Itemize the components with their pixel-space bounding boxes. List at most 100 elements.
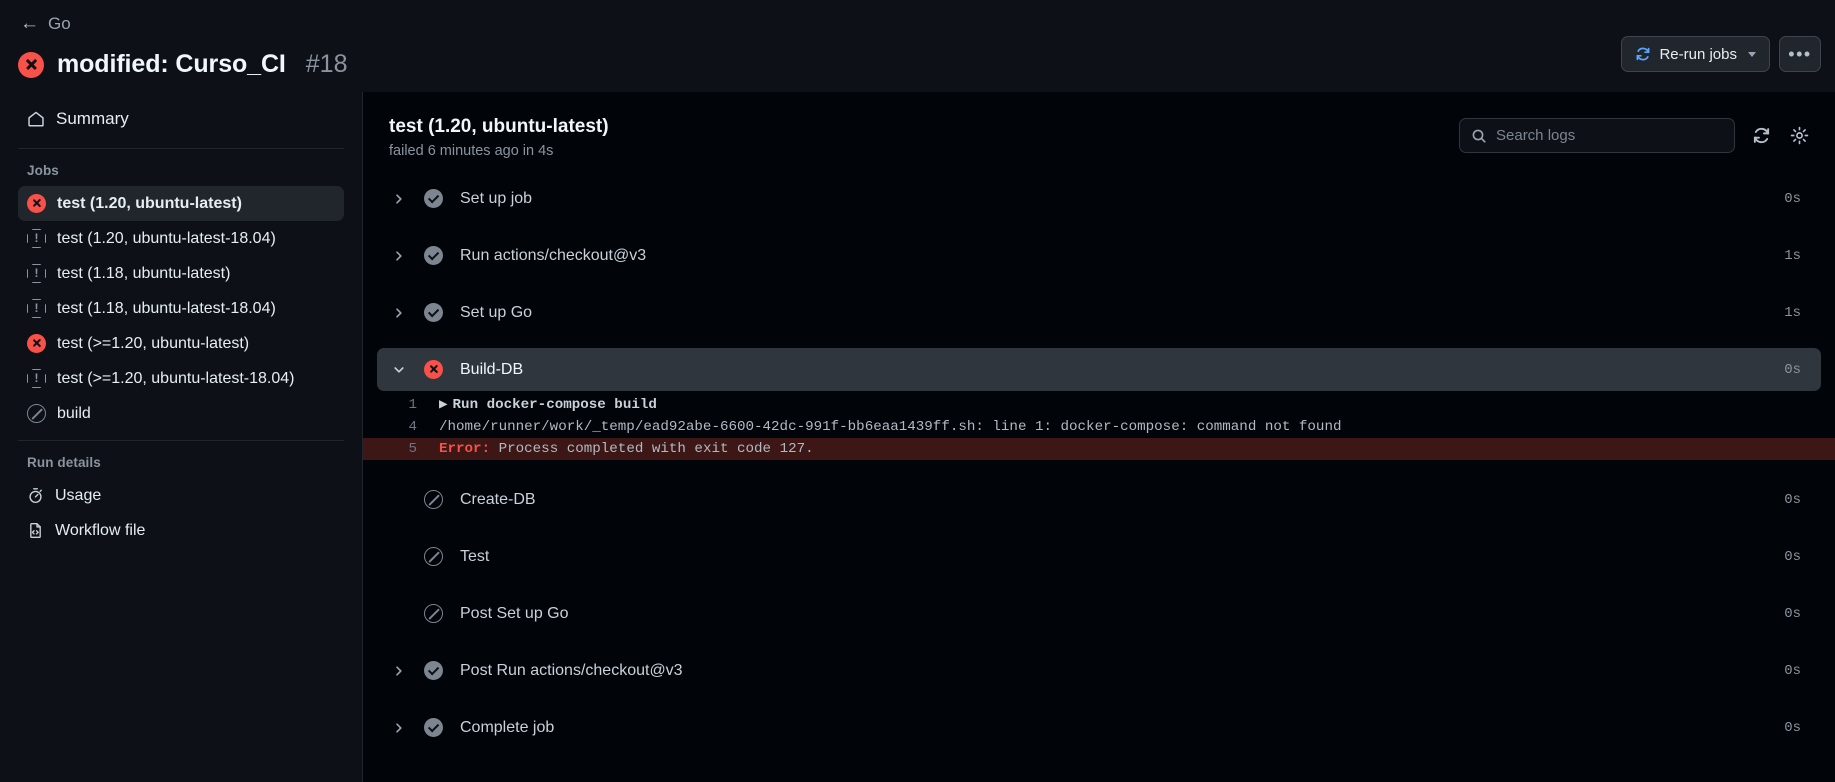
log-settings-button[interactable]: [1787, 124, 1811, 148]
refresh-logs-button[interactable]: [1749, 124, 1773, 148]
sidebar-item-job[interactable]: test (>=1.20, ubuntu-latest): [18, 326, 344, 361]
success-check-icon: [424, 189, 443, 208]
sidebar-job-label: test (>=1.20, ubuntu-latest-18.04): [57, 369, 295, 387]
step-duration: 0s: [1784, 605, 1801, 622]
chevron-right-icon: [391, 307, 407, 319]
log-line-number: 5: [408, 441, 417, 457]
sidebar-job-label: build: [57, 404, 91, 422]
sidebar-jobs-heading: Jobs: [27, 163, 59, 178]
step-duration: 0s: [1784, 548, 1801, 565]
code-file-icon: [27, 522, 44, 539]
sidebar: Summary Jobs test (1.20, ubuntu-latest) …: [0, 92, 362, 782]
search-logs-input[interactable]: [1496, 127, 1723, 144]
sidebar-item-job[interactable]: ! test (>=1.20, ubuntu-latest-18.04): [18, 361, 344, 396]
page-title: modified: Curso_CI: [57, 50, 286, 78]
back-to-workflow-link[interactable]: ← Go: [18, 10, 73, 37]
job-title: test (1.20, ubuntu-latest): [389, 116, 609, 137]
log-line-number: 4: [408, 419, 417, 435]
step-duration: 0s: [1784, 361, 1801, 378]
sidebar-item-job[interactable]: test (1.20, ubuntu-latest): [18, 186, 344, 221]
search-icon: [1471, 128, 1487, 144]
step-label: Run actions/checkout@v3: [460, 246, 647, 264]
log-command-text: Run docker-compose build: [452, 397, 657, 413]
chevron-down-icon: [1748, 51, 1756, 57]
sidebar-item-job[interactable]: ! test (1.20, ubuntu-latest-18.04): [18, 221, 344, 256]
failure-x-icon: [27, 194, 46, 213]
sidebar-item-job[interactable]: ! test (1.18, ubuntu-latest): [18, 256, 344, 291]
sidebar-jobs-list: test (1.20, ubuntu-latest) ! test (1.20,…: [18, 186, 344, 431]
step-row[interactable]: Set up Go 1s: [377, 291, 1821, 334]
log-line: 4 /home/runner/work/_temp/ead92abe-6600-…: [363, 416, 1835, 438]
step-duration: 0s: [1784, 190, 1801, 207]
step-duration: 0s: [1784, 662, 1801, 679]
run-header: ← Go modified: Curso_CI #18 Re-run jobs: [0, 0, 1835, 92]
job-log-header: test (1.20, ubuntu-latest) failed 6 minu…: [363, 92, 1835, 177]
step-label: Complete job: [460, 718, 555, 736]
success-check-icon: [424, 303, 443, 322]
chevron-right-icon: [391, 193, 407, 205]
sidebar-item-summary[interactable]: Summary: [18, 99, 344, 139]
failure-x-icon: [424, 360, 443, 379]
warning-octagon-icon: !: [27, 229, 46, 248]
step-label: Post Run actions/checkout@v3: [460, 661, 683, 679]
log-line: 1 ▶ Run docker-compose build: [363, 394, 1835, 416]
chevron-right-icon: [391, 665, 407, 677]
rerun-jobs-label: Re-run jobs: [1659, 45, 1737, 63]
sidebar-job-label: test (1.20, ubuntu-latest): [57, 194, 242, 212]
run-number: #18: [305, 50, 348, 78]
log-line-text: ▶ Run docker-compose build: [439, 394, 1815, 416]
job-heading-group: test (1.20, ubuntu-latest) failed 6 minu…: [389, 116, 609, 159]
sidebar-item-job[interactable]: ! test (1.18, ubuntu-latest-18.04): [18, 291, 344, 326]
step-label: Set up Go: [460, 303, 533, 321]
sidebar-summary-label: Summary: [56, 109, 129, 128]
step-label: Build-DB: [460, 360, 524, 378]
step-label: Test: [460, 547, 490, 565]
refresh-icon: [1635, 46, 1651, 62]
more-options-button[interactable]: •••: [1779, 36, 1821, 72]
back-link-label: Go: [48, 14, 71, 33]
run-title-row: modified: Curso_CI #18: [18, 50, 1817, 79]
sidebar-item-usage[interactable]: Usage: [18, 478, 344, 513]
log-line-error: 5 Error: Process completed with exit cod…: [363, 438, 1835, 460]
search-logs-box[interactable]: [1459, 118, 1735, 153]
step-row[interactable]: Post Run actions/checkout@v3 0s: [377, 649, 1821, 692]
chevron-right-icon: [391, 722, 407, 734]
step-row-expanded[interactable]: Build-DB 0s: [377, 348, 1821, 391]
step-row: Create-DB 0s: [377, 478, 1821, 521]
warning-octagon-icon: !: [27, 369, 46, 388]
sidebar-workflow-file-label: Workflow file: [55, 521, 146, 539]
sidebar-usage-label: Usage: [55, 486, 102, 504]
step-row: Test 0s: [377, 535, 1821, 578]
steps-list: Set up job 0s Run actions/checkout@v3 1s: [363, 177, 1835, 782]
step-log-output: 1 ▶ Run docker-compose build 4 /home/runn…: [363, 391, 1835, 464]
step-row[interactable]: Run actions/checkout@v3 1s: [377, 234, 1821, 277]
step-row[interactable]: Set up job 0s: [377, 177, 1821, 220]
sidebar-item-workflow-file[interactable]: Workflow file: [18, 513, 344, 548]
log-toolbar: [1459, 116, 1811, 153]
sidebar-job-label: test (1.18, ubuntu-latest-18.04): [57, 299, 276, 317]
page-body: Summary Jobs test (1.20, ubuntu-latest) …: [0, 92, 1835, 782]
run-marker-icon: ▶: [439, 397, 448, 413]
sidebar-item-job[interactable]: build: [18, 396, 344, 431]
workflow-run-page: ← Go modified: Curso_CI #18 Re-run jobs: [0, 0, 1835, 782]
chevron-down-icon: [391, 364, 407, 376]
job-status-subtitle: failed 6 minutes ago in 4s: [389, 143, 554, 159]
sidebar-job-label: test (>=1.20, ubuntu-latest): [57, 334, 250, 352]
back-arrow-icon: ←: [20, 13, 39, 34]
failure-x-icon: [18, 51, 44, 78]
sidebar-run-details-heading: Run details: [27, 455, 101, 470]
success-check-icon: [424, 661, 443, 680]
skipped-icon: [27, 404, 46, 423]
step-duration: 1s: [1784, 247, 1801, 264]
sidebar-job-label: test (1.18, ubuntu-latest): [57, 264, 231, 282]
step-row: Post Set up Go 0s: [377, 592, 1821, 635]
step-row[interactable]: Complete job 0s: [377, 706, 1821, 749]
log-line-text: /home/runner/work/_temp/ead92abe-6600-42…: [439, 419, 1342, 435]
warning-octagon-icon: !: [27, 299, 46, 318]
success-check-icon: [424, 246, 443, 265]
home-icon: [27, 110, 45, 128]
skipped-icon: [424, 547, 443, 566]
rerun-jobs-button[interactable]: Re-run jobs: [1621, 36, 1770, 72]
success-check-icon: [424, 718, 443, 737]
job-log-panel: test (1.20, ubuntu-latest) failed 6 minu…: [362, 92, 1835, 782]
